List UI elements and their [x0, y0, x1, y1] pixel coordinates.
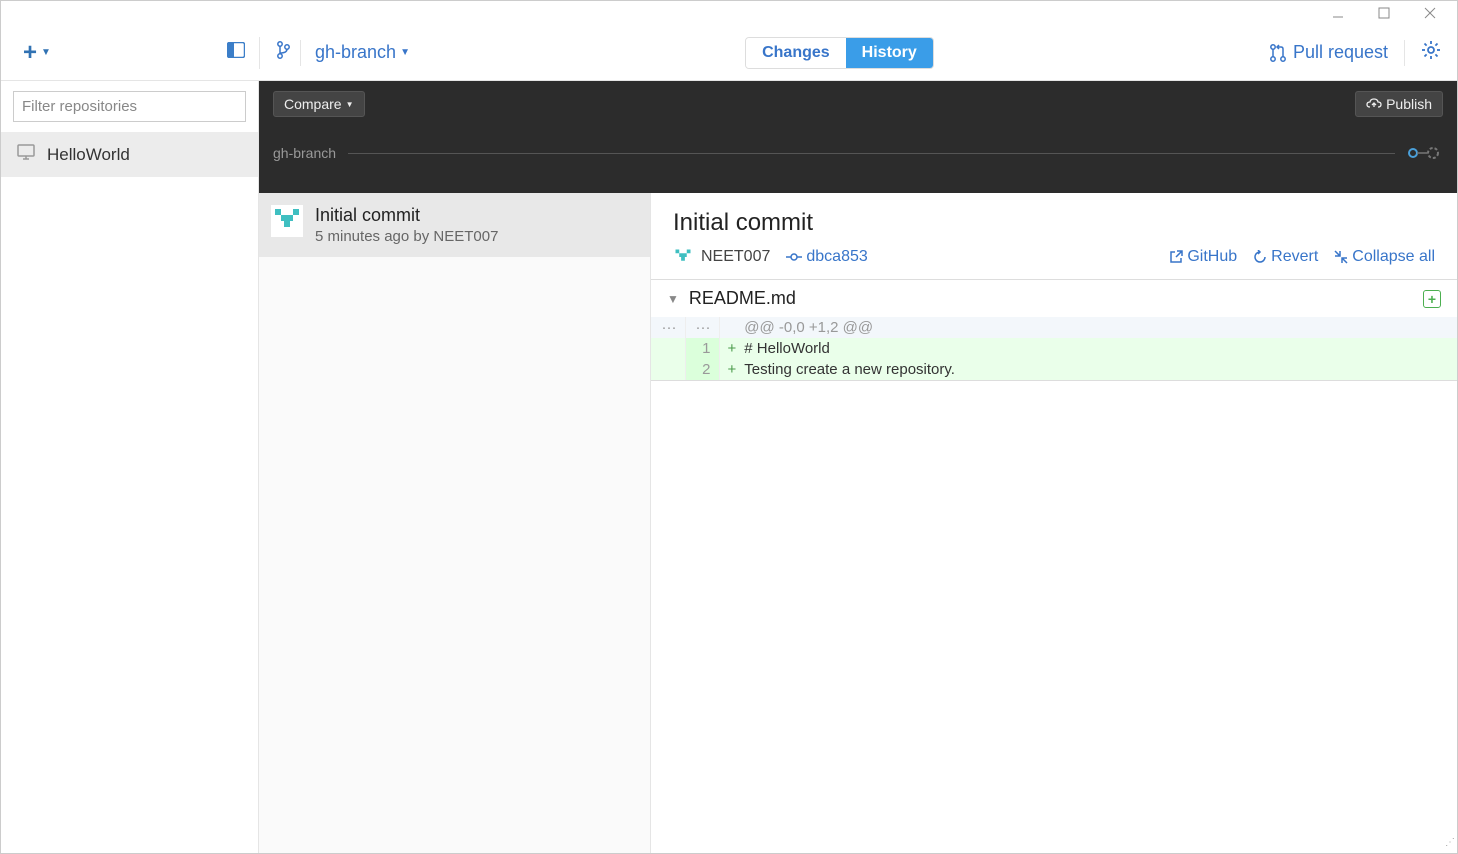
commit-meta: 5 minutes ago by NEET007 — [315, 228, 498, 245]
compare-strip: Compare ▼ Publish gh-branch — [259, 81, 1457, 193]
pull-request-label: Pull request — [1293, 42, 1388, 63]
line-content: Testing create a new repository. — [736, 359, 1456, 380]
divider — [259, 37, 260, 69]
file-added-badge[interactable]: + — [1423, 290, 1441, 308]
timeline-branch-label: gh-branch — [273, 145, 336, 161]
diff-table: ··· ··· @@ -0,0 +1,2 @@ 1 + # HelloWorld — [651, 317, 1457, 380]
commit-author: NEET007 — [673, 247, 770, 267]
gear-icon — [1421, 40, 1441, 60]
filter-repositories-input[interactable] — [13, 91, 246, 122]
tab-changes[interactable]: Changes — [746, 38, 846, 68]
add-repository-button[interactable]: + ▼ — [23, 39, 51, 67]
external-link-icon — [1169, 250, 1183, 264]
collapse-all-button[interactable]: Collapse all — [1334, 248, 1435, 266]
compare-button[interactable]: Compare ▼ — [273, 91, 365, 117]
hunk-header: @@ -0,0 +1,2 @@ — [736, 317, 1456, 338]
github-link-button[interactable]: GitHub — [1169, 248, 1237, 266]
pull-request-icon — [1269, 43, 1287, 63]
caret-down-icon: ▼ — [41, 47, 51, 58]
compare-label: Compare — [284, 96, 342, 112]
revert-button[interactable]: Revert — [1253, 248, 1318, 266]
caret-down-icon: ▼ — [346, 100, 354, 109]
top-toolbar: + ▼ gh-branch ▼ Changes History — [1, 25, 1457, 81]
timeline-line — [348, 153, 1395, 154]
commit-sha-link[interactable]: dbca853 — [786, 248, 867, 266]
line-number: 1 — [685, 338, 719, 359]
revert-label: Revert — [1271, 248, 1318, 266]
branch-selector[interactable]: gh-branch ▼ — [276, 40, 410, 66]
caret-down-icon: ▼ — [400, 47, 410, 58]
line-content: # HelloWorld — [736, 338, 1456, 359]
divider — [1404, 40, 1405, 66]
collapse-icon — [1334, 250, 1348, 264]
revert-icon — [1253, 250, 1267, 264]
pull-request-button[interactable]: Pull request — [1269, 42, 1388, 63]
commit-title: Initial commit — [315, 205, 498, 226]
resize-grip[interactable]: ⋰ — [1444, 840, 1456, 852]
avatar-icon — [271, 205, 303, 237]
author-name: NEET007 — [701, 248, 770, 266]
publish-label: Publish — [1386, 96, 1432, 112]
collapse-label: Collapse all — [1352, 248, 1435, 266]
tab-history[interactable]: History — [846, 38, 933, 68]
line-number: 2 — [685, 359, 719, 380]
diff-line-added: 1 + # HelloWorld — [651, 338, 1457, 359]
repo-item[interactable]: HelloWorld — [1, 132, 258, 177]
window-titlebar — [1, 1, 1457, 25]
sidebar-toggle-button[interactable] — [227, 42, 245, 63]
timeline-commit-nodes[interactable] — [1407, 145, 1443, 161]
settings-button[interactable] — [1421, 40, 1441, 65]
view-segmented-control: Changes History — [745, 37, 934, 69]
commit-list: Initial commit 5 minutes ago by NEET007 — [259, 193, 651, 853]
commit-detail-panel: Initial commit — [651, 193, 1457, 853]
commit-detail-title: Initial commit — [673, 209, 1435, 237]
chevron-down-icon[interactable]: ▼ — [667, 292, 679, 306]
github-label: GitHub — [1187, 248, 1237, 266]
repository-sidebar: HelloWorld — [1, 81, 259, 853]
branch-name-label: gh-branch — [315, 42, 396, 63]
plus-icon: + — [23, 39, 37, 67]
commit-sha-label: dbca853 — [806, 248, 867, 266]
diff-file-name: README.md — [689, 288, 796, 309]
commit-icon — [786, 251, 802, 263]
window-minimize-button[interactable] — [1315, 1, 1361, 25]
repo-name-label: HelloWorld — [47, 145, 130, 165]
publish-button[interactable]: Publish — [1355, 91, 1443, 117]
window-close-button[interactable] — [1407, 1, 1453, 25]
diff-line-added: 2 + Testing create a new repository. — [651, 359, 1457, 380]
diff-file-block: ▼ README.md + ··· ··· @@ -0,0 +1,2 @@ — [651, 279, 1457, 381]
diff-hunk-row: ··· ··· @@ -0,0 +1,2 @@ — [651, 317, 1457, 338]
main-panel: Compare ▼ Publish gh-branch — [259, 81, 1457, 853]
window-maximize-button[interactable] — [1361, 1, 1407, 25]
divider — [300, 40, 301, 66]
monitor-icon — [17, 144, 35, 165]
avatar-icon — [673, 247, 693, 267]
branch-icon — [276, 40, 290, 65]
commit-list-item[interactable]: Initial commit 5 minutes ago by NEET007 — [259, 193, 650, 257]
cloud-upload-icon — [1366, 98, 1382, 110]
